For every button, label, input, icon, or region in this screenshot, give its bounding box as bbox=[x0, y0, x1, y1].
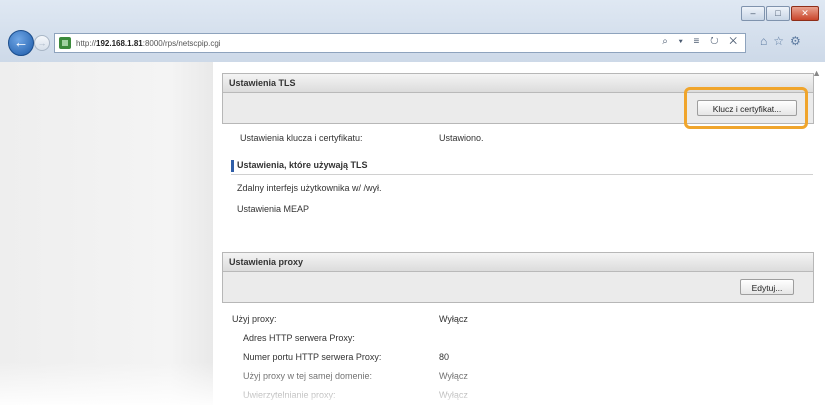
back-arrow-icon[interactable]: ← bbox=[8, 30, 34, 56]
page-content: ▲ Ustawienia TLS Klucz i certyfikat... U… bbox=[0, 62, 825, 405]
key-cert-label: Ustawienia klucza i certyfikatu: bbox=[240, 133, 363, 143]
home-icon[interactable]: ⌂ bbox=[760, 34, 767, 48]
highlight-frame bbox=[684, 87, 808, 129]
proxy-http-address-label: Adres HTTP serwera Proxy: bbox=[243, 333, 355, 343]
section-marker bbox=[231, 160, 234, 172]
proxy-panel-title: Ustawienia proxy bbox=[223, 253, 813, 272]
tools-gear-icon[interactable]: ⚙ bbox=[790, 34, 801, 48]
site-globe-icon bbox=[59, 37, 71, 49]
address-bar[interactable]: http://192.168.1.81:8000/rps/netscpip.cg… bbox=[54, 33, 746, 53]
use-proxy-label: Użyj proxy: bbox=[232, 314, 277, 324]
left-navigation bbox=[0, 62, 213, 405]
minimize-icon[interactable]: – bbox=[741, 6, 765, 21]
proxy-same-domain-value: Wyłącz bbox=[439, 371, 468, 381]
remote-ui-item: Zdalny interfejs użytkownika w/ /wył. bbox=[237, 183, 382, 193]
url-text[interactable]: http://192.168.1.81:8000/rps/netscpip.cg… bbox=[76, 39, 221, 48]
maximize-icon[interactable]: □ bbox=[766, 6, 790, 21]
meap-settings-item: Ustawienia MEAP bbox=[237, 204, 310, 214]
proxy-http-port-value: 80 bbox=[439, 352, 450, 362]
key-cert-value: Ustawiono. bbox=[439, 133, 484, 143]
browser-chrome: – □ ✕ ← → http://192.168.1.81:8000/rps/n… bbox=[0, 0, 825, 62]
proxy-auth-value: Wyłącz bbox=[439, 390, 468, 400]
address-tools-icons[interactable]: ⌕ ▾ ≡ ↻ ✕ bbox=[662, 36, 741, 47]
tls-usage-section-title: Ustawienia, które używają TLS bbox=[237, 160, 368, 170]
forward-arrow-icon[interactable]: → bbox=[34, 35, 50, 51]
proxy-settings-panel: Ustawienia proxy Edytuj... bbox=[222, 252, 814, 303]
favorites-star-icon[interactable]: ☆ bbox=[773, 34, 784, 48]
proxy-http-port-label: Numer portu HTTP serwera Proxy: bbox=[243, 352, 382, 362]
use-proxy-value: Wyłącz bbox=[439, 314, 468, 324]
toolbar-icons: ⌂ ☆ ⚙ bbox=[760, 34, 801, 48]
close-icon[interactable]: ✕ bbox=[791, 6, 819, 21]
edit-button[interactable]: Edytuj... bbox=[740, 279, 794, 295]
proxy-panel-toolbar: Edytuj... bbox=[223, 272, 813, 302]
proxy-auth-label: Uwierzytelnianie proxy: bbox=[243, 390, 336, 400]
window-controls: – □ ✕ bbox=[741, 6, 819, 21]
tls-usage-section-header: Ustawienia, które używają TLS bbox=[231, 158, 813, 175]
proxy-same-domain-label: Użyj proxy w tej samej domenie: bbox=[243, 371, 373, 381]
